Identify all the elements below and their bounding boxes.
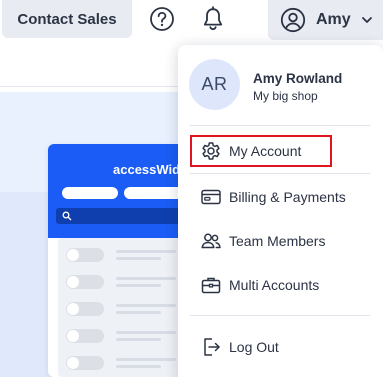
user-avatar-icon: [280, 7, 306, 33]
avatar: AR: [189, 59, 240, 110]
menu-item-label: Multi Accounts: [229, 277, 320, 293]
menu-item-multi-accounts[interactable]: Multi Accounts: [190, 267, 370, 303]
widget-preview-row: [66, 329, 186, 343]
menu-item-billing-payments[interactable]: Billing & Payments: [190, 179, 370, 215]
bell-icon: [201, 6, 225, 32]
widget-preview-search: [56, 208, 186, 224]
menu-item-label: My Account: [229, 143, 302, 159]
widget-preview-header: accessWidg: [48, 144, 188, 238]
team-icon: [200, 230, 222, 252]
user-name: Amy: [316, 11, 351, 28]
widget-preview-list: [58, 238, 188, 377]
toggle-icon: [66, 356, 104, 370]
user-menu-button[interactable]: Amy: [268, 0, 383, 40]
chevron-down-icon: [361, 14, 373, 26]
toggle-icon: [66, 275, 104, 289]
logout-icon: [200, 336, 222, 358]
contact-sales-button[interactable]: Contact Sales: [2, 0, 132, 38]
widget-preview-row: [66, 275, 186, 289]
profile-name: Amy Rowland: [253, 71, 343, 86]
notifications-button[interactable]: [199, 5, 227, 33]
menu-item-label: Team Members: [229, 233, 326, 249]
menu-divider: [190, 173, 370, 174]
menu-item-team-members[interactable]: Team Members: [190, 223, 370, 259]
toggle-icon: [66, 329, 104, 343]
gear-icon: [200, 140, 222, 162]
help-button[interactable]: [148, 5, 176, 33]
toggle-icon: [66, 302, 104, 316]
menu-divider: [190, 125, 370, 126]
widget-preview-row: [66, 356, 186, 370]
profile-shop-name: My big shop: [253, 89, 318, 103]
menu-item-label: Billing & Payments: [229, 189, 346, 205]
widget-preview-body: [48, 238, 188, 377]
menu-item-my-account[interactable]: My Account: [190, 135, 332, 167]
top-bar: Contact Sales Amy: [0, 0, 383, 40]
profile-header: AR Amy Rowland My big shop: [178, 45, 383, 121]
widget-preview-row: [66, 302, 186, 316]
briefcase-icon: [200, 274, 222, 296]
widget-preview-title: accessWidg: [113, 162, 188, 177]
toggle-icon: [66, 248, 104, 262]
user-dropdown-menu: AR Amy Rowland My big shop My Account Bi…: [178, 45, 383, 377]
menu-item-label: Log Out: [229, 339, 279, 355]
credit-card-icon: [200, 186, 222, 208]
menu-divider: [190, 315, 370, 316]
widget-preview-card: accessWidg: [48, 144, 188, 377]
help-icon: [149, 6, 175, 32]
app-window: accessWidg Contact Sales Amy AR Amy Rowl…: [0, 0, 383, 377]
widget-preview-row: [66, 248, 186, 262]
widget-preview-pill: [62, 187, 118, 199]
menu-item-log-out[interactable]: Log Out: [190, 329, 370, 365]
header-divider: [0, 86, 178, 87]
search-icon: [62, 211, 72, 221]
